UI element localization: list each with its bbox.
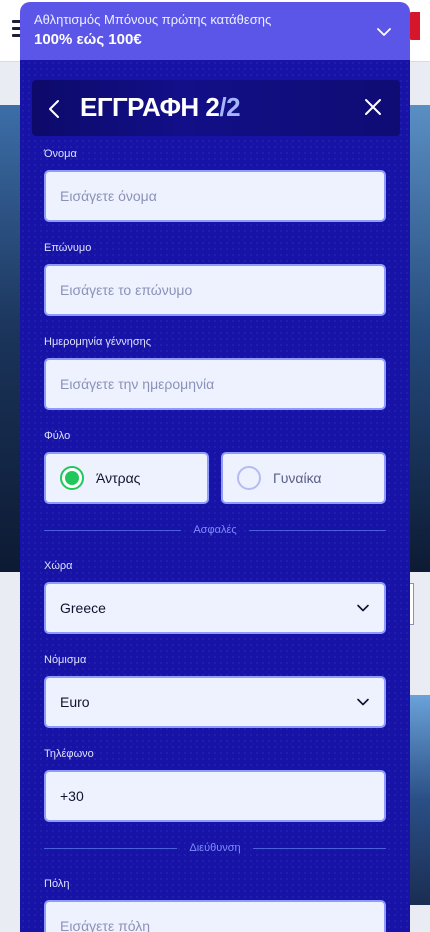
radio-unselected-icon [237, 466, 261, 490]
divider-line [252, 847, 387, 849]
last-name-field[interactable]: Εισάγετε το επώνυμο [44, 264, 386, 316]
radio-selected-icon [60, 466, 84, 490]
currency-label: Νόμισμα [44, 654, 87, 666]
birthdate-field[interactable]: Εισάγετε την ημερομηνία [44, 358, 386, 410]
close-icon[interactable] [362, 96, 384, 118]
gender-option-female[interactable]: Γυναίκα [221, 452, 386, 504]
country-value: Greece [60, 600, 106, 616]
last-name-placeholder: Εισάγετε το επώνυμο [60, 282, 193, 298]
gender-option-male[interactable]: Άντρας [44, 452, 209, 504]
last-name-label: Επώνυμο [44, 242, 92, 254]
promo-offer: 100% εώς 100€ [34, 31, 142, 48]
first-name-label: Όνομα [44, 148, 77, 160]
phone-group: Τηλέφωνο +30 [44, 748, 386, 822]
country-select[interactable]: Greece [44, 582, 386, 634]
phone-field[interactable]: +30 [44, 770, 386, 822]
gender-options: Άντρας Γυναίκα [44, 452, 386, 504]
title-step: ΕΓΓΡΑΦΗ 2 [80, 92, 220, 122]
country-label: Χώρα [44, 560, 73, 572]
page-title: ΕΓΓΡΑΦΗ 2/2 [80, 92, 241, 123]
chevron-down-icon [357, 698, 369, 706]
chevron-left-icon[interactable] [46, 98, 62, 120]
currency-select[interactable]: Euro [44, 676, 386, 728]
first-name-group: Όνομα Εισάγετε όνομα [44, 148, 386, 222]
last-name-group: Επώνυμο Εισάγετε το επώνυμο [44, 242, 386, 316]
birthdate-group: Ημερομηνία γέννησης Εισάγετε την ημερομη… [44, 336, 386, 410]
first-name-field[interactable]: Εισάγετε όνομα [44, 170, 386, 222]
birthdate-label: Ημερομηνία γέννησης [44, 336, 152, 348]
address-divider: Διεύθυνση [44, 842, 387, 854]
secure-divider: Ασφαλές [44, 524, 387, 536]
registration-modal: ΕΓΓΡΑΦΗ 2/2 Όνομα Εισάγετε όνομα Επώνυμο… [20, 60, 410, 932]
birthdate-placeholder: Εισάγετε την ημερομηνία [60, 376, 215, 392]
country-group: Χώρα Greece [44, 560, 386, 634]
promo-title: Αθλητισμός Μπόνους πρώτης κατάθεσης [34, 12, 272, 27]
address-divider-label: Διεύθυνση [189, 842, 241, 854]
promo-banner[interactable]: Αθλητισμός Μπόνους πρώτης κατάθεσης 100%… [20, 2, 410, 60]
registration-form: Όνομα Εισάγετε όνομα Επώνυμο Εισάγετε το… [44, 148, 387, 932]
title-total: /2 [219, 92, 241, 122]
divider-line [44, 847, 178, 849]
currency-value: Euro [60, 694, 90, 710]
city-group: Πόλη Εισάγετε πόλη [44, 878, 386, 932]
divider-line [248, 529, 387, 531]
divider-line [44, 529, 182, 531]
secure-divider-label: Ασφαλές [193, 524, 237, 536]
phone-value: +30 [60, 788, 84, 804]
gender-label: Φύλο [44, 430, 71, 442]
gender-option-male-label: Άντρας [96, 470, 141, 486]
city-placeholder: Εισάγετε πόλη [60, 918, 151, 932]
chevron-down-icon[interactable] [376, 24, 392, 40]
currency-group: Νόμισμα Euro [44, 654, 386, 728]
city-label: Πόλη [44, 878, 70, 890]
gender-option-female-label: Γυναίκα [273, 470, 322, 486]
gender-group: Φύλο Άντρας Γυναίκα [44, 430, 386, 504]
modal-header: ΕΓΓΡΑΦΗ 2/2 [32, 80, 400, 136]
phone-label: Τηλέφωνο [44, 748, 94, 760]
first-name-placeholder: Εισάγετε όνομα [60, 188, 157, 204]
chevron-down-icon [357, 604, 369, 612]
city-field[interactable]: Εισάγετε πόλη [44, 900, 386, 932]
